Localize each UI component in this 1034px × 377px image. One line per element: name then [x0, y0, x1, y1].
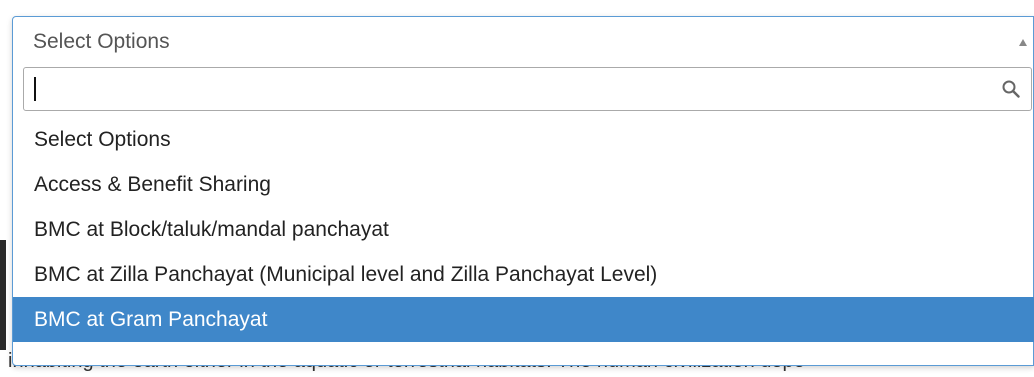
selected-value: Select Options — [33, 30, 170, 53]
text-caret — [34, 77, 36, 101]
search-input[interactable] — [24, 68, 984, 110]
option-item[interactable]: Access & Benefit Sharing — [13, 162, 1033, 207]
dropdown-header[interactable]: Select Options — [13, 17, 1033, 67]
options-list: Select Options Access & Benefit Sharing … — [13, 117, 1034, 342]
page: inhabiting the earth either in the aquat… — [0, 0, 1034, 377]
search-icon[interactable] — [1001, 79, 1021, 99]
option-item[interactable]: BMC at Zilla Panchayat (Municipal level … — [13, 252, 1033, 297]
option-item[interactable]: BMC at Block/taluk/mandal panchayat — [13, 207, 1033, 252]
option-item-highlighted[interactable]: BMC at Gram Panchayat — [13, 297, 1034, 342]
dropdown-search[interactable] — [23, 67, 1032, 111]
caret-up-icon[interactable] — [1019, 39, 1027, 46]
background-edge — [0, 240, 6, 350]
options-dropdown[interactable]: Select Options Select Options Access & B… — [12, 16, 1034, 366]
option-item[interactable]: Select Options — [13, 117, 1033, 162]
